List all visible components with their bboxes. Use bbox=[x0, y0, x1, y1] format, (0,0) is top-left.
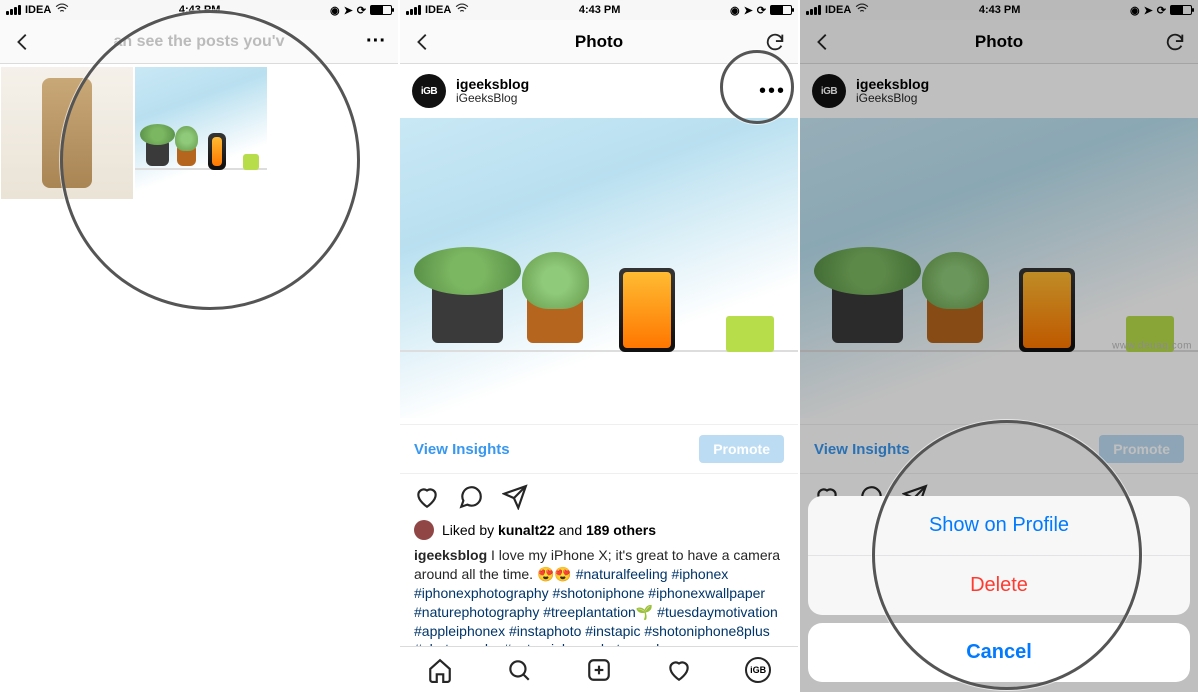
archive-thumbnail[interactable] bbox=[1, 67, 133, 199]
refresh-button[interactable] bbox=[746, 31, 786, 53]
battery-icon bbox=[370, 5, 392, 15]
nav-bar: Photo bbox=[400, 20, 798, 64]
wifi-icon bbox=[855, 2, 869, 19]
screen-photo-view: IDEA 4:43 PM ◉ ➤ ⟳ Photo iGB igeeksblog … bbox=[400, 0, 800, 692]
chevron-left-icon bbox=[812, 31, 834, 53]
back-button[interactable] bbox=[12, 31, 52, 53]
tab-bar: iGB bbox=[400, 646, 798, 692]
status-time: 4:43 PM bbox=[579, 4, 621, 16]
comment-icon[interactable] bbox=[458, 484, 484, 510]
status-bar: IDEA 4:43 PM ◉ ➤ ⟳ bbox=[800, 0, 1198, 20]
chevron-left-icon bbox=[12, 31, 34, 53]
watermark: www.deuaq.com bbox=[1112, 341, 1192, 352]
rotation-lock-icon: ⟳ bbox=[1157, 4, 1166, 17]
battery-icon bbox=[1170, 5, 1192, 15]
back-button[interactable] bbox=[812, 31, 852, 53]
wifi-icon bbox=[455, 2, 469, 19]
avatar[interactable]: iGB bbox=[412, 74, 446, 108]
rotation-lock-icon: ⟳ bbox=[757, 4, 766, 17]
post-photo[interactable] bbox=[400, 118, 798, 418]
refresh-icon bbox=[764, 31, 786, 53]
refresh-button[interactable] bbox=[1146, 31, 1186, 53]
location-icon: ➤ bbox=[344, 4, 353, 17]
screen-action-sheet: IDEA 4:43 PM ◉ ➤ ⟳ Photo iGB igeeksblog … bbox=[800, 0, 1200, 692]
caption-user[interactable]: igeeksblog bbox=[414, 547, 487, 563]
status-time: 4:43 PM bbox=[979, 4, 1021, 16]
signal-icon bbox=[406, 5, 421, 15]
like-icon[interactable] bbox=[414, 484, 440, 510]
more-icon: ··· bbox=[366, 30, 386, 53]
page-title: Photo bbox=[852, 32, 1146, 52]
carrier-label: IDEA bbox=[425, 4, 451, 16]
insights-bar: View Insights Promote bbox=[400, 424, 798, 474]
activity-icon[interactable] bbox=[666, 657, 692, 683]
carrier-label: IDEA bbox=[25, 4, 51, 16]
home-icon[interactable] bbox=[427, 657, 453, 683]
search-icon[interactable] bbox=[506, 657, 532, 683]
back-button[interactable] bbox=[412, 31, 452, 53]
alarm-icon: ◉ bbox=[730, 4, 740, 17]
liker-avatar bbox=[414, 520, 434, 540]
status-bar: IDEA 4:43 PM ◉ ➤ ⟳ bbox=[400, 0, 798, 20]
promromote-button: Promote bbox=[1099, 435, 1184, 463]
rotation-lock-icon: ⟳ bbox=[357, 4, 366, 17]
nav-bar: Photo bbox=[800, 20, 1198, 64]
action-sheet: Show on Profile Delete Cancel bbox=[808, 496, 1190, 682]
view-insights-link[interactable]: View Insights bbox=[414, 441, 510, 458]
post-content: iGB igeeksblog iGeeksBlog ••• View Insig… bbox=[400, 64, 798, 692]
page-title: Photo bbox=[452, 32, 746, 52]
location-icon: ➤ bbox=[744, 4, 753, 17]
nav-bar: an see the posts you'v ··· bbox=[0, 20, 398, 64]
cancel-button[interactable]: Cancel bbox=[808, 623, 1190, 682]
signal-icon bbox=[806, 5, 821, 15]
profile-tab[interactable]: iGB bbox=[745, 657, 771, 683]
likes-joiner: and bbox=[555, 522, 586, 538]
likes-row[interactable]: Liked by kunalt22 and 189 others bbox=[400, 520, 798, 540]
status-bar: IDEA 4:43 PM ◉ ➤ ⟳ bbox=[0, 0, 398, 20]
more-button[interactable]: ··· bbox=[346, 30, 386, 53]
view-insights-link: View Insights bbox=[814, 441, 910, 458]
delete-button[interactable]: Delete bbox=[808, 556, 1190, 615]
show-on-profile-button[interactable]: Show on Profile bbox=[808, 496, 1190, 556]
alarm-icon: ◉ bbox=[1130, 4, 1140, 17]
post-subtitle: iGeeksBlog bbox=[456, 92, 529, 105]
chevron-left-icon bbox=[412, 31, 434, 53]
page-title: an see the posts you'v bbox=[52, 33, 346, 51]
refresh-icon bbox=[1164, 31, 1186, 53]
screen-archive-list: IDEA 4:43 PM ◉ ➤ ⟳ an see the posts you'… bbox=[0, 0, 400, 692]
archive-grid bbox=[0, 64, 398, 692]
post-more-button[interactable]: ••• bbox=[759, 80, 786, 103]
post-header: iGB igeeksblog iGeeksBlog ••• bbox=[400, 64, 798, 118]
others-count: 189 others bbox=[586, 522, 656, 538]
promote-button[interactable]: Promote bbox=[699, 435, 784, 463]
post-photo bbox=[800, 118, 1198, 418]
wifi-icon bbox=[55, 2, 69, 19]
post-caption: igeeksblog I love my iPhone X; it's grea… bbox=[400, 540, 798, 659]
avatar: iGB bbox=[812, 74, 846, 108]
liker-name: kunalt22 bbox=[498, 522, 555, 538]
battery-icon bbox=[770, 5, 792, 15]
status-time: 4:43 PM bbox=[179, 4, 221, 16]
post-username[interactable]: igeeksblog bbox=[456, 77, 529, 92]
new-post-icon[interactable] bbox=[586, 657, 612, 683]
carrier-label: IDEA bbox=[825, 4, 851, 16]
likes-prefix: Liked by bbox=[442, 522, 498, 538]
post-subtitle: iGeeksBlog bbox=[856, 92, 929, 105]
post-username: igeeksblog bbox=[856, 77, 929, 92]
archive-thumbnail[interactable] bbox=[135, 67, 267, 199]
location-icon: ➤ bbox=[1144, 4, 1153, 17]
alarm-icon: ◉ bbox=[330, 4, 340, 17]
post-actions bbox=[400, 474, 798, 520]
signal-icon bbox=[6, 5, 21, 15]
share-icon[interactable] bbox=[502, 484, 528, 510]
